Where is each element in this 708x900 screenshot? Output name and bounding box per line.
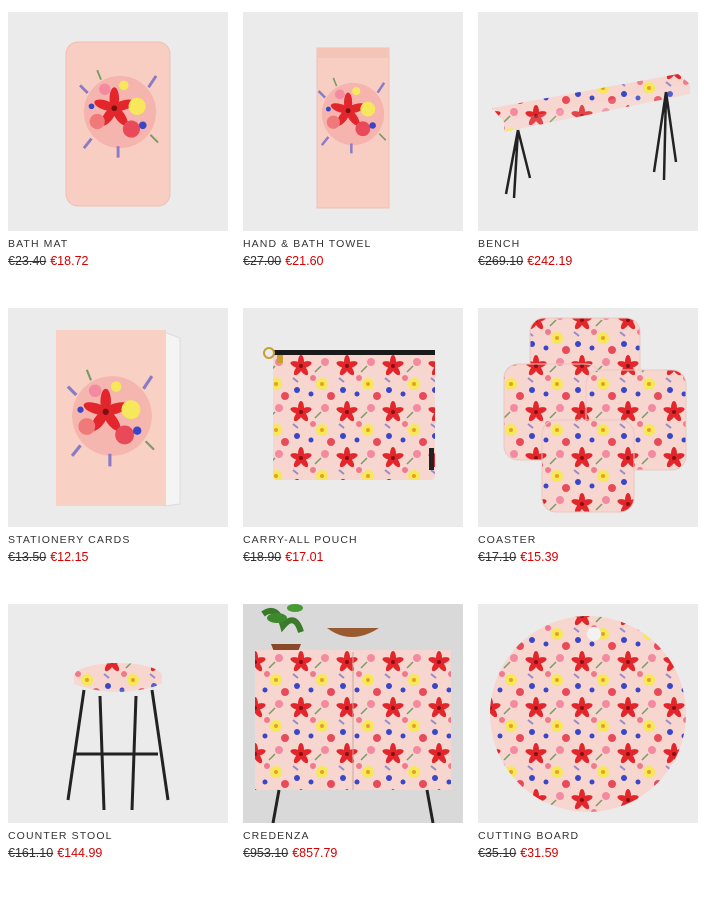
original-price: €161.10 [8, 846, 54, 860]
product-prices: €18.90 €17.01 [243, 549, 463, 565]
pouch-image[interactable] [243, 308, 463, 527]
original-price: €35.10 [478, 846, 517, 860]
product-card-cutting-board[interactable]: CUTTING BOARD €35.10 €31.59 [478, 604, 698, 900]
original-price: €17.10 [478, 550, 517, 564]
original-price: €23.40 [8, 254, 47, 268]
sale-price: €144.99 [57, 846, 103, 860]
product-name[interactable]: CUTTING BOARD [478, 829, 698, 843]
product-card-towel[interactable]: HAND & BATH TOWEL €27.00 €21.60 [243, 12, 463, 308]
product-prices: €17.10 €15.39 [478, 549, 698, 565]
product-name[interactable]: CARRY-ALL POUCH [243, 533, 463, 547]
sale-price: €18.72 [50, 254, 89, 268]
original-price: €953.10 [243, 846, 289, 860]
bath-mat-image[interactable] [8, 12, 228, 231]
sale-price: €21.60 [285, 254, 324, 268]
sale-price: €15.39 [520, 550, 559, 564]
product-card-carry-all-pouch[interactable]: CARRY-ALL POUCH €18.90 €17.01 [243, 308, 463, 604]
product-prices: €27.00 €21.60 [243, 253, 463, 269]
towel-image[interactable] [243, 12, 463, 231]
original-price: €27.00 [243, 254, 282, 268]
sale-price: €242.19 [527, 254, 573, 268]
coaster-image[interactable] [478, 308, 698, 527]
product-card-bench[interactable]: BENCH €269.10 €242.19 [478, 12, 698, 308]
product-prices: €23.40 €18.72 [8, 253, 228, 269]
product-name[interactable]: BENCH [478, 237, 698, 251]
sale-price: €857.79 [292, 846, 338, 860]
product-name[interactable]: COASTER [478, 533, 698, 547]
credenza-image[interactable] [243, 604, 463, 823]
product-name[interactable]: BATH MAT [8, 237, 228, 251]
product-card-counter-stool[interactable]: COUNTER STOOL €161.10 €144.99 [8, 604, 228, 900]
original-price: €13.50 [8, 550, 47, 564]
sale-price: €31.59 [520, 846, 559, 860]
product-card-stationery-cards[interactable]: STATIONERY CARDS €13.50 €12.15 [8, 308, 228, 604]
product-card-coaster[interactable]: COASTER €17.10 €15.39 [478, 308, 698, 604]
sale-price: €12.15 [50, 550, 89, 564]
bench-image[interactable] [478, 12, 698, 231]
original-price: €18.90 [243, 550, 282, 564]
product-name[interactable]: HAND & BATH TOWEL [243, 237, 463, 251]
original-price: €269.10 [478, 254, 524, 268]
product-card-credenza[interactable]: CREDENZA €953.10 €857.79 [243, 604, 463, 900]
product-prices: €13.50 €12.15 [8, 549, 228, 565]
sale-price: €17.01 [285, 550, 324, 564]
product-card-bath-mat[interactable]: BATH MAT €23.40 €18.72 [8, 12, 228, 308]
product-prices: €269.10 €242.19 [478, 253, 698, 269]
product-prices: €953.10 €857.79 [243, 845, 463, 861]
stationery-card-image[interactable] [8, 308, 228, 527]
cutting-board-image[interactable] [478, 604, 698, 823]
product-prices: €161.10 €144.99 [8, 845, 228, 861]
product-name[interactable]: STATIONERY CARDS [8, 533, 228, 547]
product-grid: BATH MAT €23.40 €18.72 HAND & BATH TOWEL … [8, 12, 700, 900]
product-name[interactable]: COUNTER STOOL [8, 829, 228, 843]
product-name[interactable]: CREDENZA [243, 829, 463, 843]
counter-stool-image[interactable] [8, 604, 228, 823]
product-prices: €35.10 €31.59 [478, 845, 698, 861]
